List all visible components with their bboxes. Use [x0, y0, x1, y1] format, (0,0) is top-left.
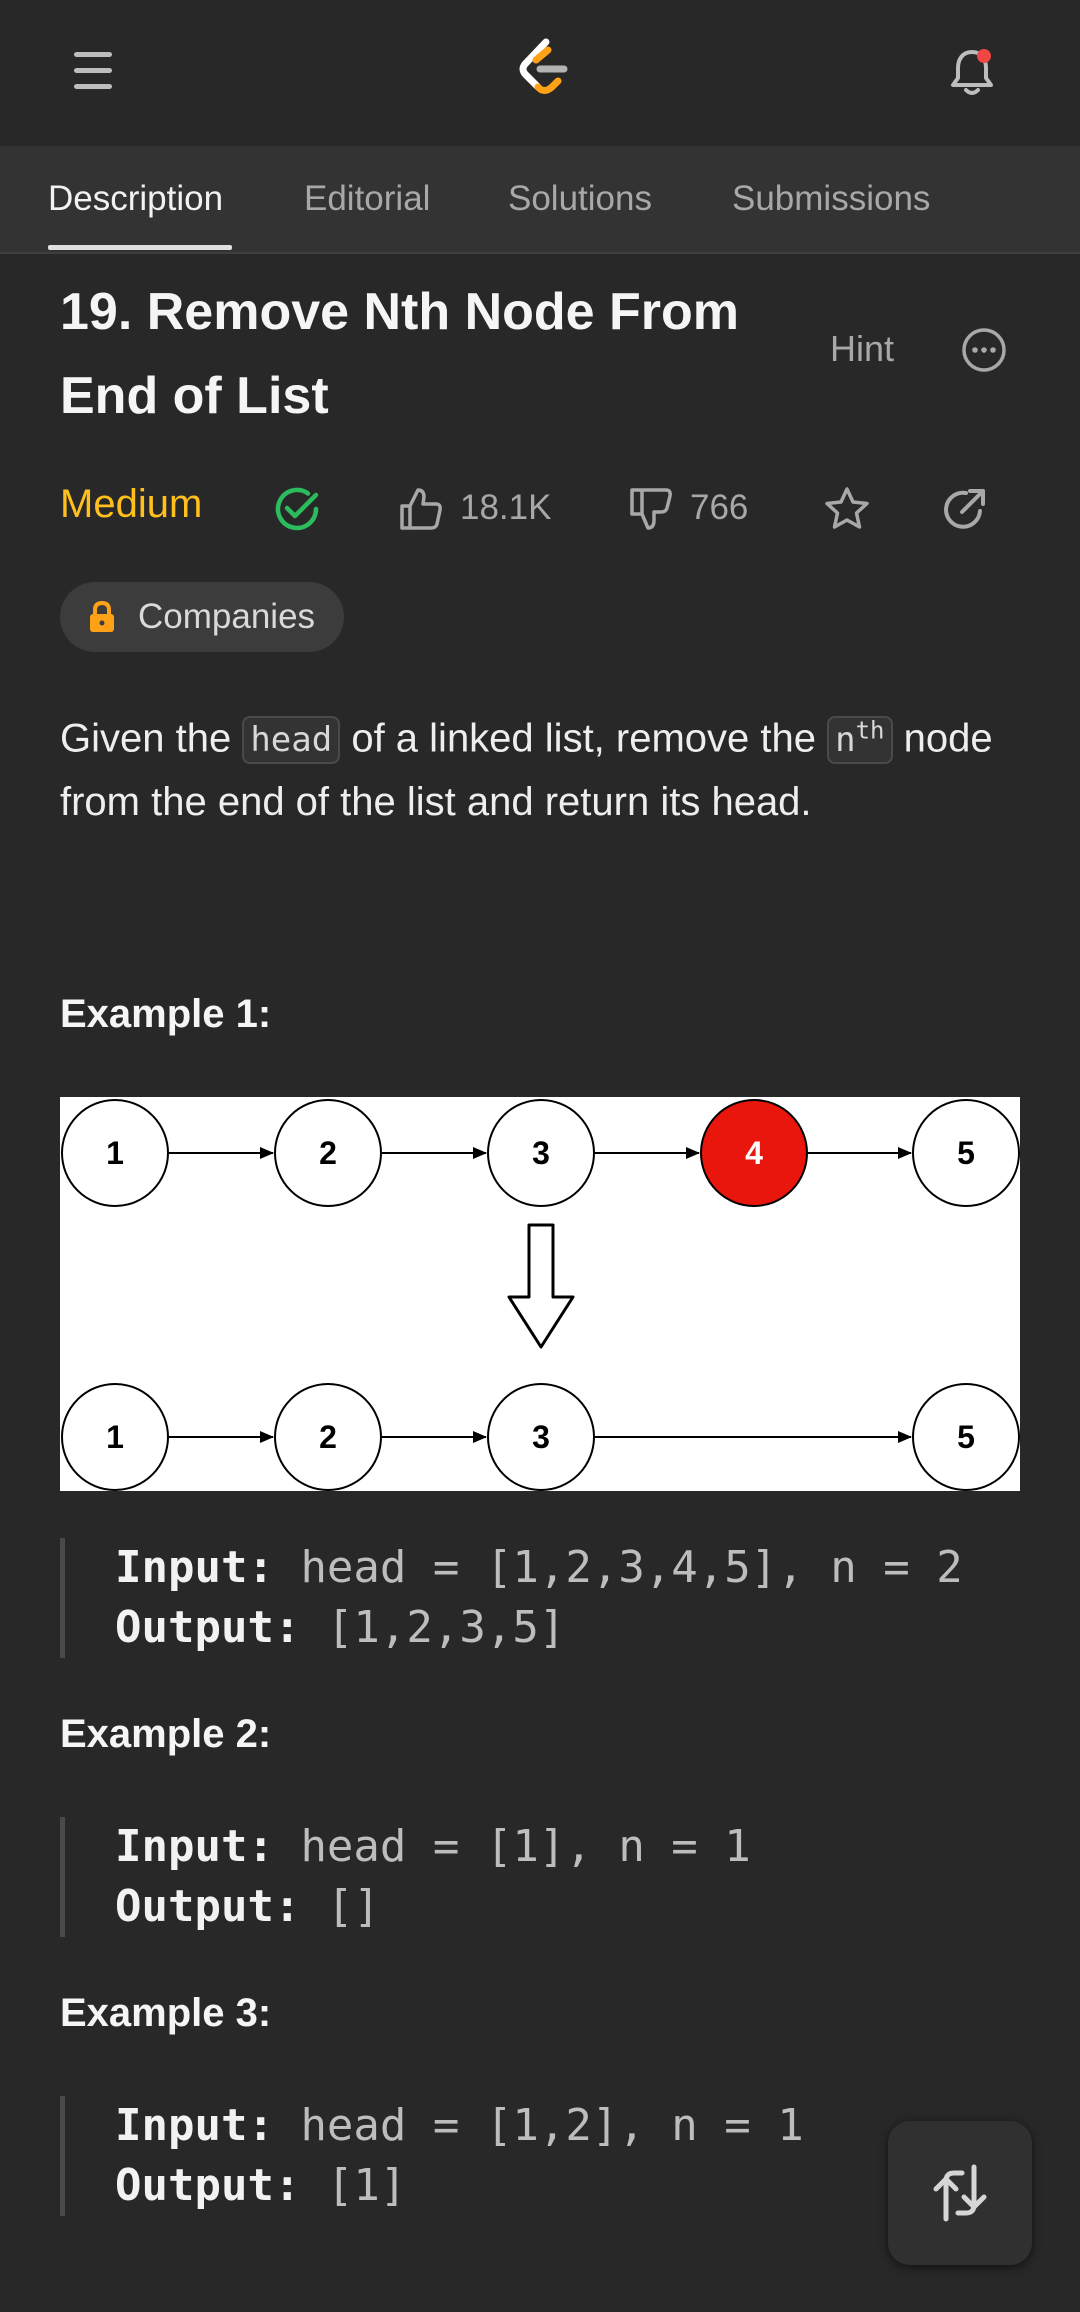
linked-list-diagram: 1 2 3 4 5 1 2 3 5: [60, 1097, 1020, 1491]
list-node: 5: [912, 1383, 1020, 1491]
problem-description: Given the head of a linked list, remove …: [60, 700, 1040, 833]
svg-text:5: 5: [957, 1135, 975, 1171]
input-value: head = [1,2,3,4,5], n = 2: [273, 1542, 963, 1593]
inline-code-nth-base: n: [835, 720, 856, 761]
removed-list-node: 4: [700, 1099, 808, 1207]
svg-text:2: 2: [319, 1419, 337, 1455]
dislike-count: 766: [690, 488, 749, 527]
switch-arrows-icon: [933, 2164, 987, 2222]
difficulty-badge: Medium: [60, 482, 203, 526]
example-1-block: Input: head = [1,2,3,4,5], n = 2 Output:…: [60, 1538, 1020, 1658]
example-1-heading: Example 1:: [60, 992, 272, 1036]
svg-text:2: 2: [319, 1135, 337, 1171]
inline-code-nth: nth: [827, 716, 893, 765]
problem-title-line1: 19. Remove Nth Node From: [60, 283, 740, 341]
hint-button[interactable]: Hint: [830, 328, 894, 370]
top-bar: [0, 0, 1080, 146]
example-2-heading: Example 2:: [60, 1712, 272, 1756]
switch-view-button[interactable]: [888, 2121, 1032, 2265]
share-icon[interactable]: [940, 484, 990, 534]
svg-text:4: 4: [745, 1135, 763, 1171]
problem-title-line2: End of List: [60, 367, 329, 425]
hamburger-menu-icon[interactable]: [60, 44, 124, 100]
list-node: 1: [61, 1099, 169, 1207]
list-node: 5: [912, 1099, 1020, 1207]
lock-icon: [90, 600, 114, 632]
output-label: Output:: [115, 1881, 301, 1932]
companies-button[interactable]: Companies: [60, 582, 344, 652]
list-node: 2: [274, 1383, 382, 1491]
bell-icon[interactable]: [940, 40, 1004, 104]
list-node: 3: [487, 1099, 595, 1207]
tab-editorial[interactable]: Editorial: [304, 146, 430, 252]
input-label: Input:: [115, 1821, 274, 1872]
example-2-block: Input: head = [1], n = 1 Output: []: [60, 1817, 1020, 1937]
svg-text:3: 3: [532, 1135, 550, 1171]
problem-title: 19. Remove Nth Node From End of List: [60, 270, 780, 438]
description-text: Given the: [60, 716, 243, 761]
output-label: Output:: [115, 1602, 301, 1653]
list-node: 2: [274, 1099, 382, 1207]
active-tab-indicator: [48, 245, 232, 250]
star-icon[interactable]: [822, 484, 872, 534]
output-value: [1]: [300, 2160, 407, 2211]
input-value: head = [1], n = 1: [273, 1821, 751, 1872]
svg-text:1: 1: [106, 1135, 124, 1171]
tab-submissions[interactable]: Submissions: [732, 146, 930, 252]
list-node: 3: [487, 1383, 595, 1491]
more-options-icon[interactable]: [960, 326, 1008, 374]
inline-code-head: head: [242, 716, 341, 765]
example-3-heading: Example 3:: [60, 1991, 272, 2035]
svg-text:3: 3: [532, 1419, 550, 1455]
companies-label: Companies: [138, 597, 316, 636]
thumbs-down-icon: [630, 488, 672, 530]
tab-description[interactable]: Description: [48, 146, 223, 252]
tab-bar: Description Editorial Solutions Submissi…: [0, 146, 1080, 254]
down-arrow-icon: [507, 1223, 575, 1349]
svg-text:1: 1: [106, 1419, 124, 1455]
svg-text:5: 5: [957, 1419, 975, 1455]
input-label: Input:: [115, 2100, 274, 2151]
like-count: 18.1K: [460, 488, 552, 527]
description-text: of a linked list, remove the: [340, 716, 828, 761]
leetcode-logo-icon[interactable]: [512, 36, 576, 102]
output-value: [1,2,3,5]: [300, 1602, 566, 1653]
notification-dot: [977, 49, 991, 63]
input-value: head = [1,2], n = 1: [273, 2100, 804, 2151]
input-label: Input:: [115, 1542, 274, 1593]
tab-solutions[interactable]: Solutions: [508, 146, 652, 252]
inline-code-nth-sup: th: [855, 717, 885, 745]
output-value: []: [300, 1881, 380, 1932]
solved-check-icon: [272, 484, 322, 534]
thumbs-up-icon: [400, 488, 442, 530]
list-node: 1: [61, 1383, 169, 1491]
output-label: Output:: [115, 2160, 301, 2211]
example-3-block: Input: head = [1,2], n = 1 Output: [1]: [60, 2096, 1020, 2216]
